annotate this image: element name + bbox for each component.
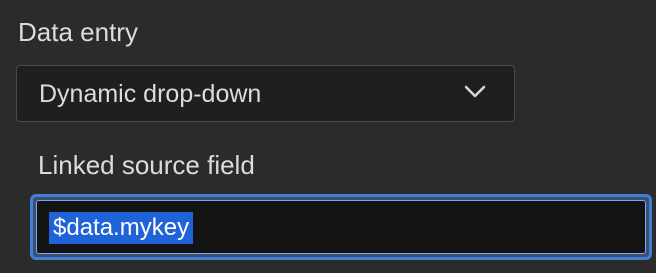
data-entry-select[interactable]: Dynamic drop-down xyxy=(16,65,515,122)
chevron-down-icon xyxy=(464,85,486,99)
linked-source-input[interactable]: $data.mykey xyxy=(36,200,646,254)
data-entry-label: Data entry xyxy=(18,17,138,47)
linked-source-input-focus-ring[interactable]: $data.mykey xyxy=(30,194,652,260)
linked-source-field-label: Linked source field xyxy=(38,150,255,180)
properties-panel: Data entry Dynamic drop-down Linked sour… xyxy=(0,0,656,273)
linked-source-input-value[interactable]: $data.mykey xyxy=(49,212,194,244)
data-entry-select-value: Dynamic drop-down xyxy=(39,80,262,108)
